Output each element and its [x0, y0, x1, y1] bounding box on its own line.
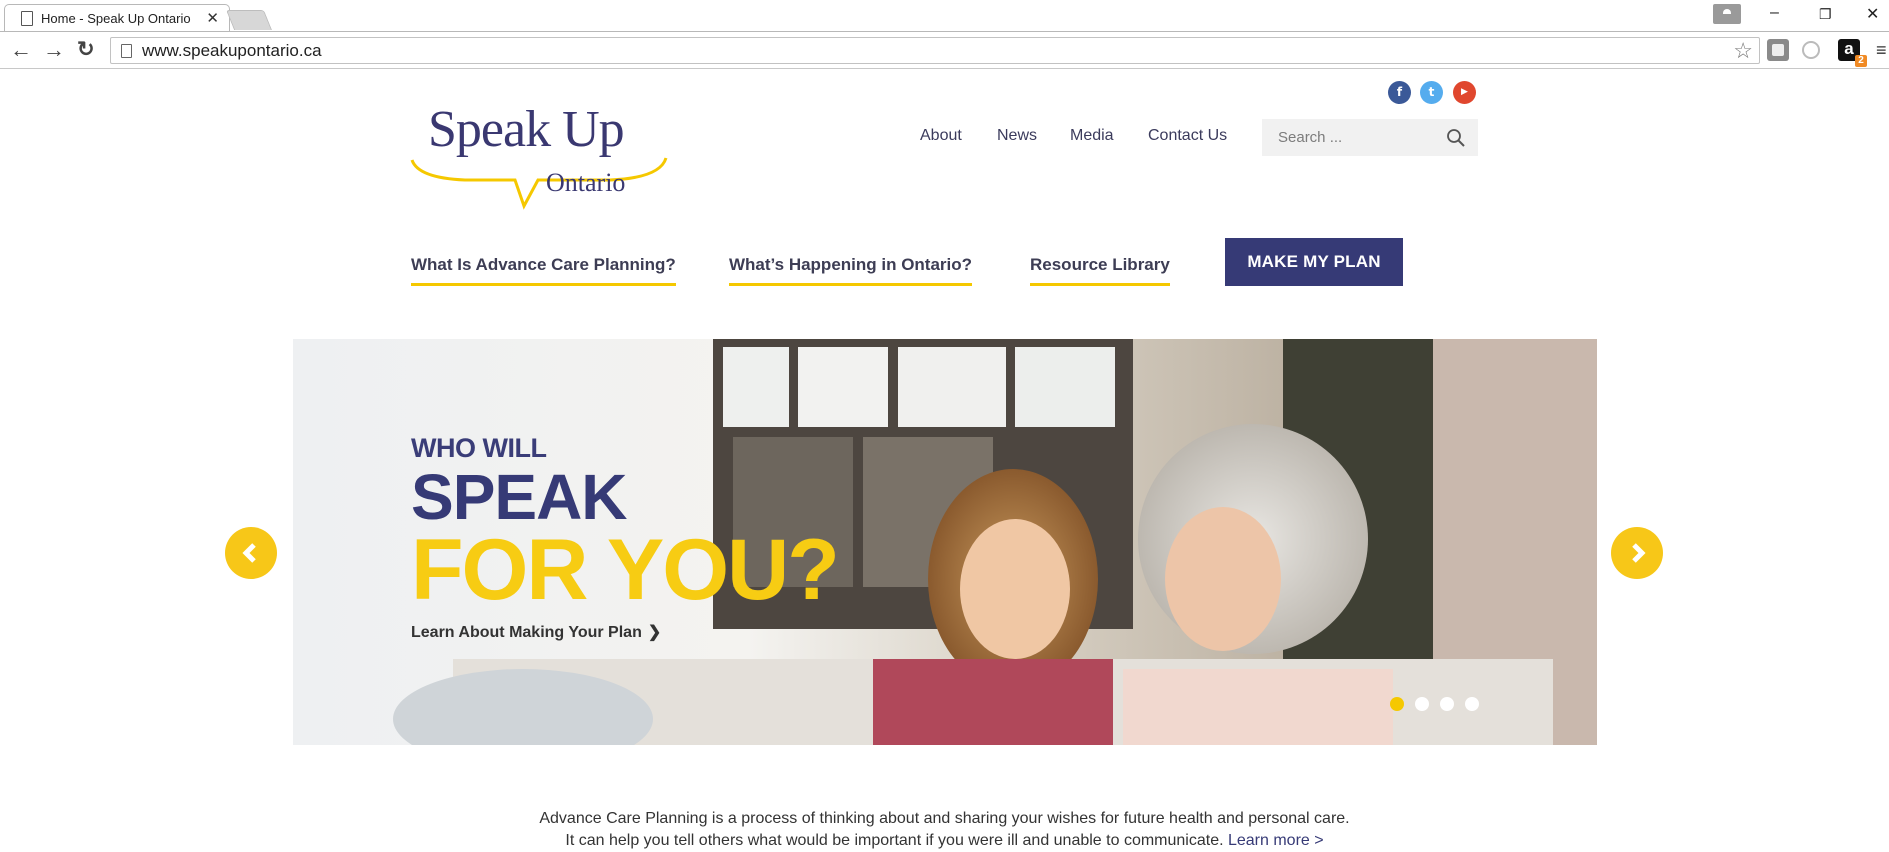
- carousel-dots: [1390, 697, 1479, 711]
- intro-line-2-text: It can help you tell others what would b…: [565, 832, 1224, 849]
- carousel-next-button[interactable]: [1611, 527, 1663, 579]
- link-what-is-acp[interactable]: What Is Advance Care Planning?: [411, 255, 676, 286]
- chevron-right-icon: [1632, 543, 1646, 563]
- facebook-icon[interactable]: f: [1388, 81, 1411, 104]
- page-icon: [121, 43, 132, 58]
- amazon-extension-icon[interactable]: a 2: [1838, 39, 1867, 67]
- address-bar[interactable]: www.speakupontario.ca ☆: [110, 37, 1760, 64]
- intro-line-1: Advance Care Planning is a process of th…: [539, 810, 1350, 827]
- learn-more-link[interactable]: Learn more >: [1228, 832, 1324, 849]
- youtube-icon[interactable]: ▶: [1453, 81, 1476, 104]
- nav-about[interactable]: About: [920, 127, 962, 145]
- intro-paragraph: Advance Care Planning is a process of th…: [0, 808, 1889, 852]
- chrome-menu-icon[interactable]: ≡: [1876, 41, 1887, 59]
- amazon-badge: 2: [1855, 55, 1867, 67]
- logo-text-ontario: Ontario: [546, 168, 626, 197]
- new-tab-button[interactable]: [225, 10, 273, 30]
- browser-tab[interactable]: Home - Speak Up Ontario ✕: [4, 4, 230, 31]
- browser-tab-strip: Home - Speak Up Ontario ✕ – ❐ ✕: [0, 0, 1889, 31]
- search-input[interactable]: [1278, 129, 1438, 146]
- hero-headline: WHO WILL SPEAK FOR YOU? Learn About Maki…: [411, 433, 840, 642]
- search-box: [1262, 119, 1478, 156]
- close-window-button[interactable]: ✕: [1866, 4, 1879, 24]
- carousel-prev-button[interactable]: [225, 527, 277, 579]
- hero-learn-link-text: Learn About Making Your Plan: [411, 624, 642, 641]
- hero-learn-link[interactable]: Learn About Making Your Plan ❯: [411, 622, 838, 642]
- carousel-dot[interactable]: [1440, 697, 1454, 711]
- minimize-button[interactable]: –: [1770, 4, 1779, 22]
- chevron-left-icon: [242, 543, 256, 563]
- back-button[interactable]: ←: [10, 37, 32, 63]
- web-page: f t ▶ Speak Up Ontario About News Media …: [0, 70, 1889, 849]
- link-whats-happening[interactable]: What’s Happening in Ontario?: [729, 255, 973, 286]
- tab-title: Home - Speak Up Ontario: [41, 10, 191, 26]
- nav-contact-us[interactable]: Contact Us: [1148, 127, 1227, 145]
- hero-carousel: WHO WILL SPEAK FOR YOU? Learn About Maki…: [293, 339, 1597, 745]
- search-icon[interactable]: [1446, 128, 1466, 148]
- page-icon: [21, 10, 33, 26]
- chevron-right-icon: ❯: [647, 624, 662, 641]
- carousel-dot[interactable]: [1465, 697, 1479, 711]
- hero-line-who-will: WHO WILL: [411, 433, 547, 463]
- link-resource-library[interactable]: Resource Library: [1030, 255, 1170, 286]
- twitter-icon[interactable]: t: [1420, 81, 1443, 104]
- tab-close-icon[interactable]: ✕: [206, 9, 219, 27]
- url-text[interactable]: www.speakupontario.ca: [142, 41, 322, 61]
- carousel-dot[interactable]: [1415, 697, 1429, 711]
- logo-text-speak-up: Speak Up: [428, 101, 625, 158]
- amazon-label: a: [1844, 39, 1854, 58]
- nav-media[interactable]: Media: [1070, 127, 1114, 145]
- extension-icon[interactable]: [1767, 39, 1789, 61]
- carousel-dot[interactable]: [1390, 697, 1404, 711]
- hero-line-speak: SPEAK: [411, 461, 627, 533]
- restore-button[interactable]: ❐: [1819, 6, 1832, 23]
- site-logo[interactable]: Speak Up Ontario: [410, 100, 670, 212]
- hero-line-for-you: FOR YOU?: [411, 522, 840, 618]
- bookmark-star-icon[interactable]: ☆: [1733, 38, 1753, 64]
- extension-search-icon[interactable]: [1802, 41, 1820, 59]
- make-my-plan-button[interactable]: MAKE MY PLAN: [1225, 238, 1403, 286]
- forward-button[interactable]: →: [43, 37, 65, 63]
- browser-toolbar: ← → ↻ www.speakupontario.ca ☆ a 2 ≡: [0, 31, 1889, 69]
- profile-icon[interactable]: [1713, 4, 1741, 24]
- nav-news[interactable]: News: [997, 127, 1037, 145]
- reload-button[interactable]: ↻: [77, 37, 95, 63]
